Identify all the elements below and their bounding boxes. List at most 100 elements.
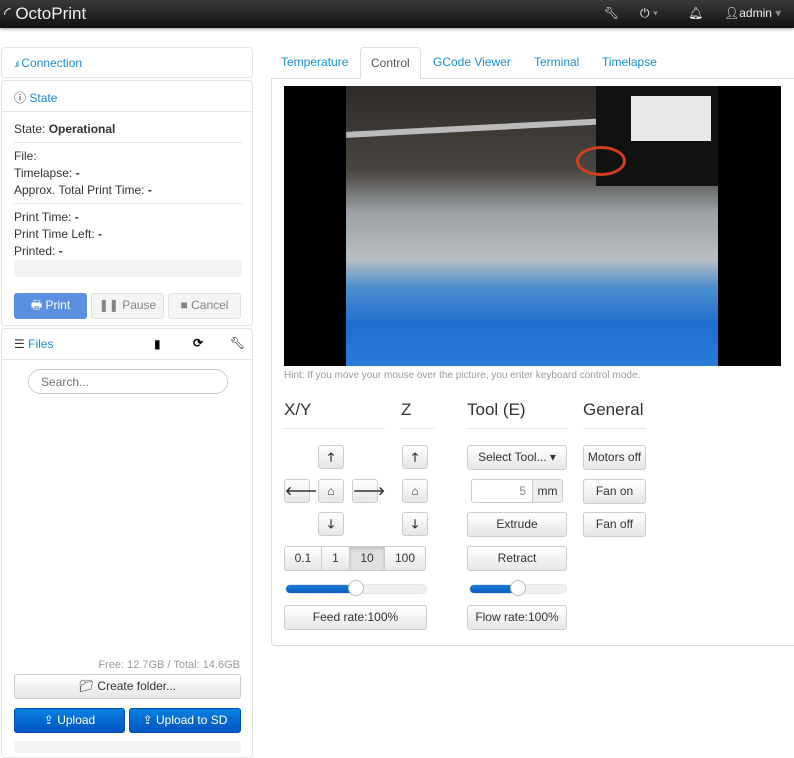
upload-icon: ⇪ bbox=[43, 713, 54, 727]
files-panel: ☰ Files ▮ ⟳ 🔧︎ Free: 12.7GB / Total: 14.… bbox=[1, 328, 253, 758]
navbar: ◜ OctoPrint 🔧︎ ⏻ ▾ 🔔︎ 👤︎admin ▾ bbox=[0, 0, 794, 28]
username: admin bbox=[739, 6, 772, 20]
webcam-hint: Hint: If you move your mouse over the pi… bbox=[284, 370, 641, 381]
print-icon: 🖶︎ bbox=[30, 298, 43, 312]
arrow-right-icon: 🡒 bbox=[353, 484, 386, 498]
list-icon: ☰ bbox=[14, 337, 25, 351]
print-time-row: Print Time: - bbox=[14, 210, 79, 224]
brand-name: OctoPrint bbox=[15, 4, 87, 23]
home-icon: ⌂ bbox=[411, 484, 419, 498]
z-minus-button[interactable]: 🡓 bbox=[402, 512, 428, 536]
connection-panel: .ıl Connection bbox=[1, 47, 253, 78]
stop-icon: ■ bbox=[180, 298, 188, 312]
state-row: State: Operational bbox=[14, 122, 116, 136]
fan-off-button[interactable]: Fan off bbox=[583, 512, 646, 537]
print-progress-bar bbox=[14, 260, 242, 277]
state-value: Operational bbox=[48, 122, 116, 136]
state-panel: ⓘ State State: Operational File: Timelap… bbox=[1, 80, 253, 326]
files-link[interactable]: Files bbox=[28, 337, 53, 351]
feed-rate-slider[interactable] bbox=[285, 580, 427, 596]
x-plus-button[interactable]: 🡒 bbox=[352, 479, 385, 503]
webcam-image bbox=[346, 86, 718, 366]
extrude-button[interactable]: Extrude bbox=[467, 512, 567, 537]
bell-icon[interactable]: 🔔︎ bbox=[688, 6, 703, 20]
retract-button[interactable]: Retract bbox=[467, 546, 567, 571]
slider-handle[interactable] bbox=[510, 580, 526, 596]
printed-row: Printed: - bbox=[14, 244, 63, 258]
slider-handle[interactable] bbox=[348, 580, 364, 596]
new-file-icon[interactable]: ▮ bbox=[154, 337, 161, 351]
create-folder-button[interactable]: 📁︎ Create folder... bbox=[14, 674, 241, 699]
arrow-down-icon: 🡓 bbox=[411, 517, 419, 531]
signal-icon: .ıl bbox=[14, 59, 19, 69]
step-0.1-button[interactable]: 0.1 bbox=[284, 546, 322, 571]
unit-label: mm bbox=[532, 480, 562, 502]
pause-icon: ❚❚ bbox=[98, 298, 119, 312]
divider bbox=[14, 203, 242, 204]
step-1-button[interactable]: 1 bbox=[322, 546, 350, 571]
state-link[interactable]: State bbox=[29, 91, 57, 105]
time-left-row: Print Time Left: - bbox=[14, 227, 103, 241]
arrow-up-icon: 🡑 bbox=[411, 450, 419, 464]
file-search-input[interactable] bbox=[28, 369, 228, 394]
print-button[interactable]: 🖶︎ Print bbox=[14, 293, 87, 319]
motors-off-button[interactable]: Motors off bbox=[583, 445, 646, 470]
user-menu[interactable]: 👤︎admin ▾ bbox=[724, 6, 781, 20]
wrench-icon[interactable]: 🔧︎ bbox=[230, 336, 245, 350]
upload-sd-button[interactable]: ⇪ Upload to SD bbox=[129, 708, 241, 733]
timelapse-row: Timelapse: - bbox=[14, 166, 80, 180]
extrude-amount-group: mm bbox=[471, 479, 563, 503]
arrow-down-icon: 🡓 bbox=[327, 517, 335, 531]
step-100-button[interactable]: 100 bbox=[385, 546, 426, 571]
x-minus-button[interactable]: 🡐 bbox=[284, 479, 317, 503]
state-header[interactable]: ⓘ State bbox=[2, 81, 252, 112]
home-icon: ⌂ bbox=[327, 484, 335, 498]
caret-down-icon: ▾ bbox=[549, 450, 556, 464]
upload-button[interactable]: ⇪ Upload bbox=[14, 708, 125, 733]
flow-rate-button[interactable]: Flow rate:100% bbox=[467, 605, 567, 630]
connection-header[interactable]: .ıl Connection bbox=[2, 48, 252, 79]
approx-time-row: Approx. Total Print Time: - bbox=[14, 183, 152, 197]
tab-terminal[interactable]: Terminal bbox=[524, 47, 589, 79]
step-size-group: 0.1 1 10 100 bbox=[284, 546, 426, 571]
z-heading: Z bbox=[401, 400, 435, 429]
xy-home-button[interactable]: ⌂ bbox=[318, 479, 344, 503]
flow-rate-slider[interactable] bbox=[469, 580, 567, 596]
extrude-amount-input[interactable] bbox=[472, 480, 532, 502]
info-icon: ⓘ bbox=[14, 91, 27, 105]
tab-gcode-viewer[interactable]: GCode Viewer bbox=[423, 47, 521, 79]
tab-control[interactable]: Control bbox=[360, 47, 421, 79]
arrow-up-icon: 🡑 bbox=[327, 450, 335, 464]
feed-rate-button[interactable]: Feed rate:100% bbox=[284, 605, 427, 630]
y-minus-button[interactable]: 🡓 bbox=[318, 512, 344, 536]
pause-button[interactable]: ❚❚ Pause bbox=[91, 293, 164, 319]
divider bbox=[14, 142, 242, 143]
fan-on-button[interactable]: Fan on bbox=[583, 479, 646, 504]
z-home-button[interactable]: ⌂ bbox=[402, 479, 428, 503]
user-icon: 👤︎ bbox=[724, 6, 740, 20]
storage-info: Free: 12.7GB / Total: 14.6GB bbox=[98, 659, 240, 671]
xy-heading: X/Y bbox=[284, 400, 385, 429]
wrench-icon[interactable]: 🔧︎ bbox=[604, 6, 619, 20]
arrow-left-icon: 🡐 bbox=[285, 484, 318, 498]
brand[interactable]: ◜ OctoPrint bbox=[4, 4, 86, 24]
upload-icon: ⇪ bbox=[142, 713, 153, 727]
z-plus-button[interactable]: 🡑 bbox=[402, 445, 428, 469]
folder-icon: 📁︎ bbox=[78, 679, 95, 693]
tool-heading: Tool (E) bbox=[467, 400, 568, 429]
webcam-stream[interactable] bbox=[284, 86, 781, 366]
step-10-button[interactable]: 10 bbox=[350, 546, 385, 571]
select-tool-dropdown[interactable]: Select Tool... ▾ bbox=[467, 445, 567, 470]
file-row: File: bbox=[14, 149, 37, 163]
connection-link[interactable]: Connection bbox=[21, 56, 82, 70]
slider-fill bbox=[286, 585, 356, 593]
general-heading: General bbox=[583, 400, 646, 429]
y-plus-button[interactable]: 🡑 bbox=[318, 445, 344, 469]
refresh-icon[interactable]: ⟳ bbox=[193, 336, 203, 350]
tab-temperature[interactable]: Temperature bbox=[271, 47, 358, 79]
octoprint-logo-icon: ◜ bbox=[4, 4, 11, 23]
power-icon[interactable]: ⏻ ▾ bbox=[640, 6, 658, 21]
cancel-button[interactable]: ■ Cancel bbox=[168, 293, 241, 319]
files-header[interactable]: ☰ Files ▮ ⟳ 🔧︎ bbox=[2, 329, 252, 360]
tab-timelapse[interactable]: Timelapse bbox=[592, 47, 667, 79]
